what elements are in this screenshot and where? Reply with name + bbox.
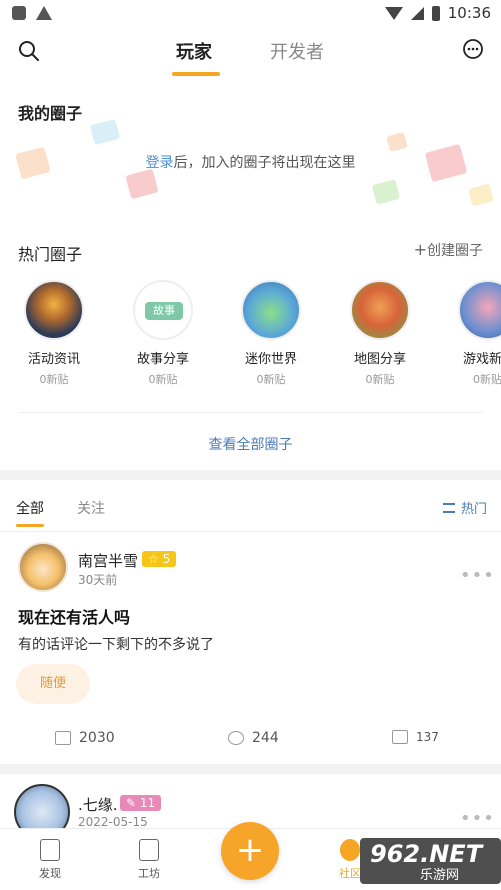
circle-avatar (241, 280, 301, 340)
hot-circles-title: 热门圈子 (18, 245, 83, 264)
nav-workshop-label: 工坊 (138, 867, 160, 880)
empty-circles-text: 后，加入的圈子将出现在这里 (173, 155, 356, 171)
like-button[interactable]: 137 (392, 730, 439, 744)
feed-tab-underline (16, 524, 44, 527)
sort-label: 热门 (460, 502, 487, 517)
post-time: 30天前 (78, 573, 118, 587)
plus-icon: + (413, 240, 427, 259)
status-time: 10:36 (447, 4, 491, 22)
level-badge: ✎ 11 (120, 795, 162, 811)
circle-count: 0新贴 (365, 373, 395, 386)
level-badge: ☆ 5 (142, 551, 177, 567)
circle-name: 迷你世界 (244, 352, 297, 367)
tab-developer[interactable]: 开发者 (270, 38, 324, 64)
watermark-sub: 乐游网 (420, 868, 460, 883)
circle-avatar (24, 280, 84, 340)
decoration-cube (89, 118, 121, 146)
comment-count: 244 (252, 730, 279, 746)
decoration-cube (371, 179, 401, 205)
watermark: 962.NET 乐游网 (360, 838, 501, 884)
section-separator (0, 764, 501, 774)
circle-count: 0新贴 (148, 373, 178, 386)
circle-name: 活动资讯 (27, 352, 80, 367)
like-count: 137 (416, 730, 439, 744)
nav-community-label: 社区 (339, 867, 361, 880)
battery-icon (431, 5, 440, 21)
post-tag[interactable]: 随便 (16, 664, 90, 704)
view-all-circles-link[interactable]: 查看全部圈子 (0, 434, 501, 454)
feed-tab-follow[interactable]: 关注 (77, 498, 105, 518)
post-username[interactable]: .七缘. (78, 794, 118, 815)
circle-avatar: 故事 (133, 280, 193, 340)
post-username[interactable]: 南宫半雪 (78, 550, 138, 571)
book-icon (55, 731, 71, 745)
divider (18, 412, 483, 413)
empty-circles-message: 登录后，加入的圈子将出现在这里 (0, 152, 501, 172)
header: 玩家 开发者 (0, 30, 501, 80)
more-options-icon[interactable]: ••• (460, 565, 495, 586)
signal-icon (410, 6, 424, 20)
circle-avatar (350, 280, 410, 340)
circle-count: 0新贴 (473, 373, 501, 386)
sort-hot-button[interactable]: 热门 (442, 498, 487, 517)
circle-item[interactable]: 故事 故事分享 0新贴 (118, 280, 208, 387)
circle-count: 0新贴 (39, 373, 69, 386)
wifi-icon (384, 6, 403, 20)
create-circle-button[interactable]: +创建圈子 (414, 240, 483, 260)
story-badge: 故事 (145, 302, 183, 320)
my-circles-title: 我的圈子 (18, 104, 83, 123)
circle-item[interactable]: 游戏新 0新贴 (443, 280, 501, 387)
feed-tab-all[interactable]: 全部 (16, 498, 44, 518)
circle-item[interactable]: 地图分享 0新贴 (335, 280, 425, 387)
thumbs-up-icon (392, 730, 408, 744)
circle-avatar (458, 280, 501, 340)
discover-icon (40, 839, 60, 861)
nav-discover[interactable]: 发现 (20, 839, 80, 881)
divider (0, 531, 501, 532)
level-number: 11 (139, 796, 156, 810)
workshop-icon (139, 839, 159, 861)
login-link[interactable]: 登录 (146, 155, 174, 171)
comment-button[interactable]: 244 (228, 730, 279, 746)
post-time: 2022-05-15 (78, 815, 148, 829)
decoration-cube (125, 168, 159, 200)
pencil-icon: ✎ (126, 796, 137, 810)
status-bar: 10:36 (0, 0, 501, 28)
decoration-cube (468, 183, 494, 207)
more-options-icon[interactable]: ••• (460, 808, 495, 829)
warning-icon (36, 6, 52, 20)
notification-icon (12, 6, 26, 20)
search-icon[interactable] (18, 40, 40, 62)
hot-circles-list: 活动资讯 0新贴 故事 故事分享 0新贴 迷你世界 0新贴 地图分享 0新贴 游… (0, 280, 501, 390)
circle-name: 故事分享 (136, 352, 189, 367)
post-title[interactable]: 现在还有活人吗 (18, 604, 130, 628)
circle-name: 地图分享 (353, 352, 406, 367)
community-icon (340, 839, 360, 861)
section-separator (0, 470, 501, 480)
create-circle-label: 创建圈子 (427, 243, 483, 259)
nav-workshop[interactable]: 工坊 (119, 839, 179, 881)
create-post-button[interactable]: + (221, 822, 279, 880)
comment-icon (228, 731, 244, 745)
circle-item[interactable]: 活动资讯 0新贴 (9, 280, 99, 387)
decoration-cube (386, 131, 408, 153)
circle-count: 0新贴 (256, 373, 286, 386)
circle-item[interactable]: 迷你世界 0新贴 (226, 280, 316, 387)
star-icon: ☆ (148, 552, 159, 566)
message-icon[interactable] (461, 38, 485, 62)
level-number: 5 (162, 552, 171, 566)
tab-player[interactable]: 玩家 (176, 38, 212, 64)
status-right: 10:36 (384, 4, 491, 22)
read-count-value: 2030 (79, 730, 115, 746)
tab-underline (172, 72, 220, 76)
circle-name: 游戏新 (463, 352, 501, 367)
avatar[interactable] (18, 542, 68, 592)
read-count: 2030 (55, 730, 115, 746)
status-left (12, 6, 52, 20)
post-body[interactable]: 有的话评论一下剩下的不多说了 (18, 634, 214, 654)
sort-icon (442, 502, 455, 513)
nav-discover-label: 发现 (39, 867, 61, 880)
